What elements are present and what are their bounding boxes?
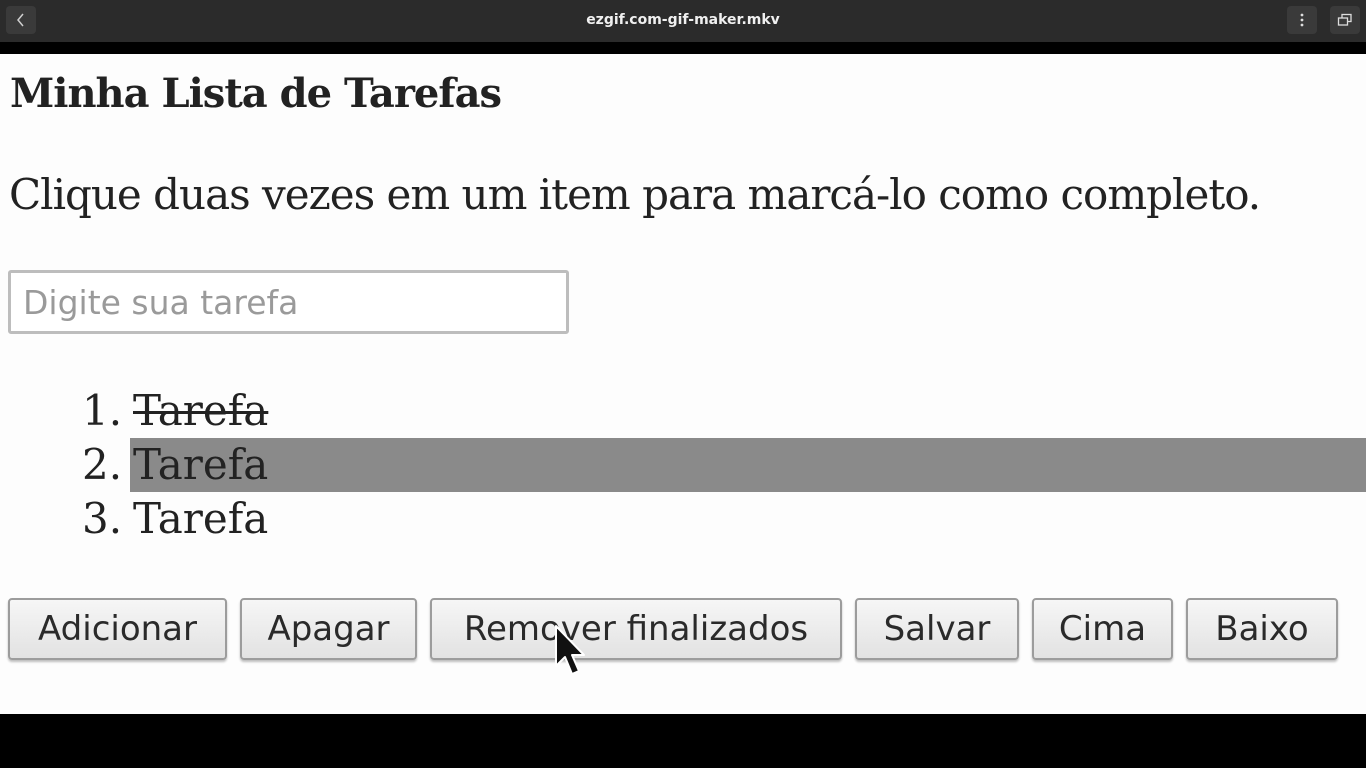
instruction-text: Clique duas vezes em um item para marcá-… xyxy=(9,170,1261,219)
move-down-button[interactable]: Baixo xyxy=(1186,598,1338,660)
remove-completed-button[interactable]: Remover finalizados xyxy=(430,598,842,660)
task-number: 1. xyxy=(82,386,123,435)
add-button[interactable]: Adicionar xyxy=(8,598,227,660)
task-list: 1. Tarefa 2. Tarefa 3. Tarefa xyxy=(0,384,1366,546)
delete-button[interactable]: Apagar xyxy=(240,598,417,660)
todo-page: Minha Lista de Tarefas Clique duas vezes… xyxy=(0,54,1366,714)
window-title: ezgif.com-gif-maker.mkv xyxy=(586,12,780,28)
page-title: Minha Lista de Tarefas xyxy=(10,70,502,117)
task-text: Tarefa xyxy=(133,494,269,543)
vertical-dots-icon xyxy=(1300,13,1304,27)
save-button[interactable]: Salvar xyxy=(855,598,1019,660)
restore-window-button[interactable] xyxy=(1330,6,1360,34)
restore-window-icon xyxy=(1337,13,1352,26)
mouse-pointer-icon xyxy=(555,625,585,675)
letterbox-bottom xyxy=(0,714,1366,768)
task-number: 3. xyxy=(82,494,123,543)
task-item-2[interactable]: 2. Tarefa xyxy=(0,438,1366,492)
task-text: Tarefa xyxy=(133,386,269,435)
task-text: Tarefa xyxy=(130,438,1366,492)
task-input[interactable] xyxy=(8,270,569,334)
menu-button[interactable] xyxy=(1287,6,1317,34)
player-title-bar: ezgif.com-gif-maker.mkv xyxy=(0,0,1366,42)
move-up-button[interactable]: Cima xyxy=(1032,598,1173,660)
task-item-1[interactable]: 1. Tarefa xyxy=(0,384,1366,438)
task-number: 2. xyxy=(82,440,123,489)
task-item-3[interactable]: 3. Tarefa xyxy=(0,492,1366,546)
